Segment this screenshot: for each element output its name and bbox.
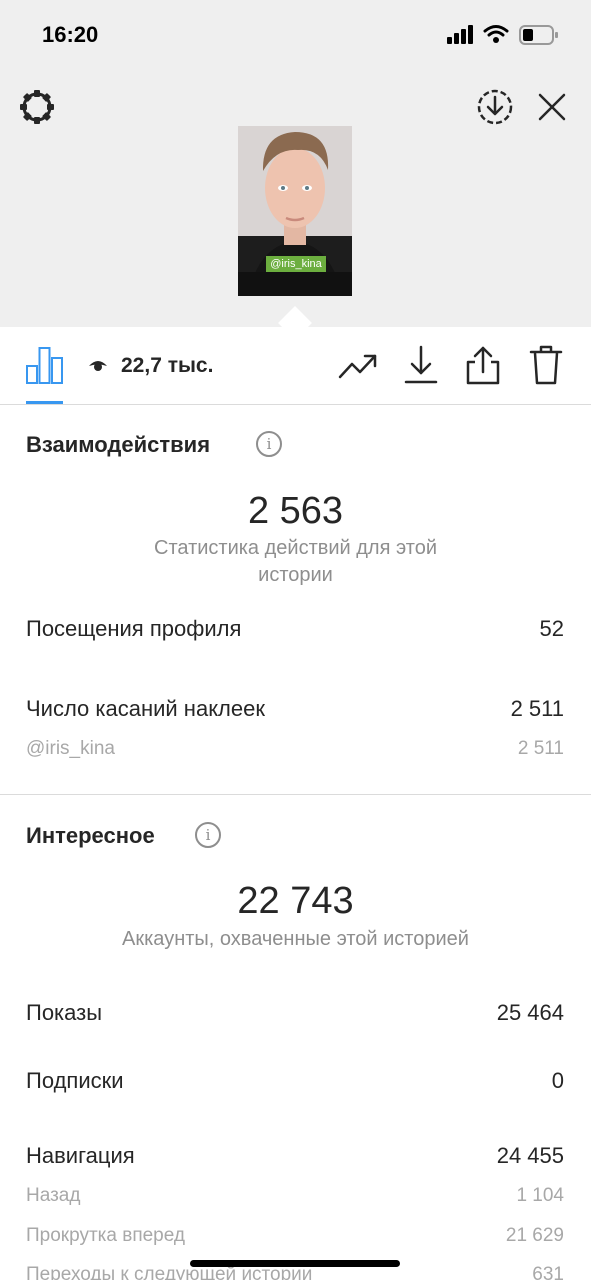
- sticker-taps-value: 2 511: [510, 696, 564, 721]
- follows-label: Подписки: [26, 1068, 124, 1093]
- close-icon[interactable]: [536, 91, 568, 123]
- sticker-mention-value: 2 511: [517, 738, 564, 759]
- share-icon[interactable]: [465, 344, 501, 386]
- story-thumbnail[interactable]: @iris_kina: [238, 126, 352, 296]
- discovery-caption: Аккаунты, охваченные этой историей: [122, 928, 469, 950]
- forward-label: Прокрутка вперед: [26, 1225, 185, 1246]
- section-divider: [0, 794, 591, 795]
- forward-value: 21 629: [505, 1225, 564, 1246]
- discovery-info-icon[interactable]: i: [195, 822, 221, 848]
- navigation-label: Навигация: [26, 1143, 135, 1168]
- interactions-caption: Статистика действий для этой истории: [154, 537, 437, 586]
- trending-icon[interactable]: [338, 351, 378, 381]
- insights-bar-chart-icon[interactable]: [26, 346, 63, 384]
- profile-visits-label: Посещения профиля: [26, 616, 242, 641]
- settings-icon[interactable]: [18, 88, 56, 126]
- mention-sticker: @iris_kina: [266, 256, 326, 272]
- delete-trash-icon[interactable]: [529, 345, 563, 385]
- impressions-value: 25 464: [496, 1000, 564, 1025]
- back-value: 1 104: [516, 1185, 564, 1206]
- sticker-taps-label: Число касаний наклеек: [26, 696, 265, 721]
- interactions-total: 2 563: [247, 490, 344, 532]
- next-story-value: 631: [532, 1264, 564, 1280]
- wifi-icon: [483, 25, 509, 43]
- signal-icon: [447, 25, 473, 44]
- active-tab-indicator: [26, 401, 63, 404]
- battery-icon: [519, 25, 558, 45]
- status-icons: [447, 24, 567, 48]
- home-indicator[interactable]: [190, 1260, 400, 1267]
- discovery-title: Интересное: [26, 823, 155, 848]
- interactions-info-icon[interactable]: i: [256, 431, 282, 457]
- follows-value: 0: [551, 1068, 564, 1093]
- sticker-mention-label: @iris_kina: [26, 738, 115, 759]
- navigation-value: 24 455: [496, 1143, 564, 1168]
- save-download-icon[interactable]: [476, 88, 514, 126]
- download-icon[interactable]: [404, 345, 438, 385]
- impressions-label: Показы: [26, 1000, 103, 1025]
- profile-visits-value: 52: [539, 616, 564, 641]
- discovery-total: 22 743: [237, 880, 354, 922]
- interactions-title: Взаимодействия: [26, 432, 211, 457]
- views-count: 22,7 тыс.: [121, 354, 214, 377]
- status-time: 16:20: [42, 22, 99, 47]
- views-eye-icon: [88, 358, 108, 374]
- back-label: Назад: [26, 1185, 81, 1206]
